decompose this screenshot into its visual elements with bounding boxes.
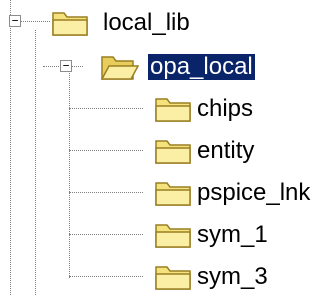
tree-node-local-lib[interactable]: local_lib (50, 8, 210, 38)
tree-node-label: pspice_lnk (197, 179, 311, 206)
folder-closed-icon (155, 98, 191, 122)
tree-line-h-sym1 (69, 234, 143, 235)
tree-node-entity[interactable]: entity (153, 136, 303, 166)
tree-line-h-root (16, 21, 50, 22)
tree-line-far-left (10, 0, 11, 295)
folder-tree: − local_lib − opa_local chips entity psp… (0, 0, 332, 295)
opa-local-collapse-toggle[interactable]: − (60, 60, 72, 72)
tree-node-label: sym_1 (197, 221, 268, 248)
minus-icon: − (11, 14, 19, 27)
tree-node-sym-3[interactable]: sym_3 (153, 262, 303, 292)
tree-node-label: chips (197, 95, 254, 122)
folder-closed-icon (155, 266, 191, 290)
tree-line-root-sibling (35, 30, 36, 295)
selected-tree-node-label: opa_local (148, 53, 255, 80)
tree-node-chips[interactable]: chips (153, 94, 303, 124)
tree-node-opa-local[interactable]: opa_local (100, 52, 293, 82)
folder-open-icon (100, 56, 139, 80)
tree-line-opa-children (69, 66, 70, 278)
folder-closed-icon (155, 224, 191, 248)
minus-icon: − (62, 59, 70, 72)
root-collapse-toggle[interactable]: − (9, 15, 21, 27)
tree-node-label: entity (197, 137, 255, 164)
folder-closed-icon (155, 182, 191, 206)
tree-line-h-sym3 (69, 276, 143, 277)
tree-node-label: sym_3 (197, 263, 268, 290)
tree-line-h-chips (69, 108, 143, 109)
folder-closed-icon (155, 140, 191, 164)
tree-node-pspice-lnk[interactable]: pspice_lnk (153, 178, 328, 208)
tree-line-h-entity (69, 150, 143, 151)
folder-closed-icon (52, 12, 88, 36)
tree-line-h-pspice (69, 192, 143, 193)
tree-node-label: local_lib (103, 9, 190, 36)
tree-node-sym-1[interactable]: sym_1 (153, 220, 303, 250)
